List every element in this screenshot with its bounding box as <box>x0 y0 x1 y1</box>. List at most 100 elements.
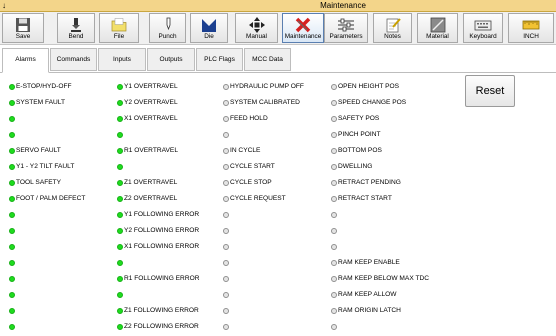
status-led-icon <box>117 180 123 186</box>
alarm-label: E-STOP/HYD-OFF <box>16 83 72 90</box>
status-led-icon <box>223 260 229 266</box>
status-led-icon <box>223 116 229 122</box>
tab-alarms[interactable]: Alarms <box>2 48 49 73</box>
alarm-label: RAM KEEP BELOW MAX TDC <box>338 275 429 282</box>
status-led-icon <box>223 84 229 90</box>
notes-button[interactable]: Notes <box>373 13 412 43</box>
punch-button[interactable]: Punch <box>149 13 186 43</box>
status-led-icon <box>117 308 123 314</box>
parameters-button[interactable]: Parameters <box>324 13 368 43</box>
toolbar: Save Bend File Punch Die Manual Maintenance Par… <box>0 12 556 45</box>
die-button[interactable]: Die <box>190 13 228 43</box>
status-led-icon <box>9 212 15 218</box>
alarm-label: OPEN HEIGHT POS <box>338 83 400 90</box>
status-led-icon <box>9 116 15 122</box>
reset-button[interactable]: Reset <box>465 75 515 107</box>
tools-icon <box>283 16 323 33</box>
status-led-icon <box>9 292 15 298</box>
alarm-label: TOOL SAFETY <box>16 179 62 186</box>
alarm-label: CYCLE START <box>230 163 275 170</box>
alarm-label: RAM KEEP ENABLE <box>338 259 400 266</box>
tab-mcc-data[interactable]: MCC Data <box>244 48 291 71</box>
tab-outputs[interactable]: Outputs <box>147 48 195 71</box>
alarm-label: SERVO FAULT <box>16 147 61 154</box>
tab-commands[interactable]: Commands <box>50 48 97 71</box>
status-led-icon <box>9 276 15 282</box>
status-led-icon <box>117 228 123 234</box>
toolbar-button-label: Punch <box>158 33 177 40</box>
alarm-label: RAM ORIGIN LATCH <box>338 307 401 314</box>
folder-icon <box>100 16 138 33</box>
status-led-icon <box>223 308 229 314</box>
alarm-label: Z2 OVERTRAVEL <box>124 195 178 202</box>
toolbar-button-label: Die <box>204 33 214 40</box>
material-icon <box>418 16 457 33</box>
toolbar-button-label: Save <box>15 33 31 40</box>
alarm-label: Z1 OVERTRAVEL <box>124 179 178 186</box>
tab-plc-flags[interactable]: PLC Flags <box>196 48 243 71</box>
toolbar-button-label: File <box>113 33 125 40</box>
material-button[interactable]: Material <box>417 13 458 43</box>
alarm-label: Z2 FOLLOWING ERROR <box>124 323 199 330</box>
die-icon <box>191 16 227 33</box>
alarm-label: Y2 FOLLOWING ERROR <box>124 227 200 234</box>
toolbar-button-label: Material <box>426 33 449 40</box>
status-led-icon <box>331 116 337 122</box>
alarm-label: X1 FOLLOWING ERROR <box>124 243 200 250</box>
toolbar-button-label: Manual <box>246 33 267 40</box>
parameters-icon <box>325 16 367 33</box>
status-led-icon <box>223 244 229 250</box>
alarm-label: PINCH POINT <box>338 131 381 138</box>
status-led-icon <box>331 228 337 234</box>
toolbar-button-label: Notes <box>384 33 401 40</box>
manual-button[interactable]: Manual <box>235 13 278 43</box>
status-led-icon <box>117 100 123 106</box>
status-led-icon <box>223 100 229 106</box>
alarm-label: FEED HOLD <box>230 115 268 122</box>
status-led-icon <box>9 100 15 106</box>
alarm-label: X1 OVERTRAVEL <box>124 115 178 122</box>
toolbar-button-label: Maintenance <box>284 33 322 40</box>
notes-icon <box>374 16 411 33</box>
keyboard-button[interactable]: Keyboard <box>463 13 503 43</box>
alarm-label: Z1 FOLLOWING ERROR <box>124 307 199 314</box>
status-led-icon <box>9 244 15 250</box>
status-led-icon <box>223 196 229 202</box>
status-led-icon <box>117 244 123 250</box>
alarm-label: RETRACT START <box>338 195 392 202</box>
toolbar-button-label: INCH <box>523 33 539 40</box>
tab-bar: Alarms Commands Inputs Outputs PLC Flags MCC … <box>0 48 556 73</box>
alarm-label: FOOT / PALM DEFECT <box>16 195 86 202</box>
status-led-icon <box>223 228 229 234</box>
status-led-icon <box>117 84 123 90</box>
status-led-icon <box>331 292 337 298</box>
status-led-icon <box>331 132 337 138</box>
status-led-icon <box>117 276 123 282</box>
tab-inputs[interactable]: Inputs <box>98 48 146 71</box>
maintenance-button[interactable]: Maintenance <box>282 13 324 43</box>
status-led-icon <box>331 212 337 218</box>
bend-button[interactable]: Bend <box>57 13 95 43</box>
status-led-icon <box>9 132 15 138</box>
alarm-label: BOTTOM POS <box>338 147 382 154</box>
alarm-label: IN CYCLE <box>230 147 261 154</box>
status-led-icon <box>223 324 229 330</box>
status-led-icon <box>9 196 15 202</box>
status-led-icon <box>223 164 229 170</box>
alarm-label: Y2 OVERTRAVEL <box>124 99 178 106</box>
status-led-icon <box>117 212 123 218</box>
status-led-icon <box>9 324 15 330</box>
status-led-icon <box>9 228 15 234</box>
keyboard-icon <box>464 16 502 33</box>
file-button[interactable]: File <box>99 13 139 43</box>
status-led-icon <box>117 164 123 170</box>
alarm-label: RAM KEEP ALLOW <box>338 291 397 298</box>
status-led-icon <box>9 308 15 314</box>
save-button[interactable]: Save <box>2 13 44 43</box>
punch-icon <box>150 16 185 33</box>
status-led-icon <box>117 196 123 202</box>
inch-button[interactable]: INCH <box>508 13 554 43</box>
status-led-icon <box>331 164 337 170</box>
status-led-icon <box>331 276 337 282</box>
status-led-icon <box>9 84 15 90</box>
